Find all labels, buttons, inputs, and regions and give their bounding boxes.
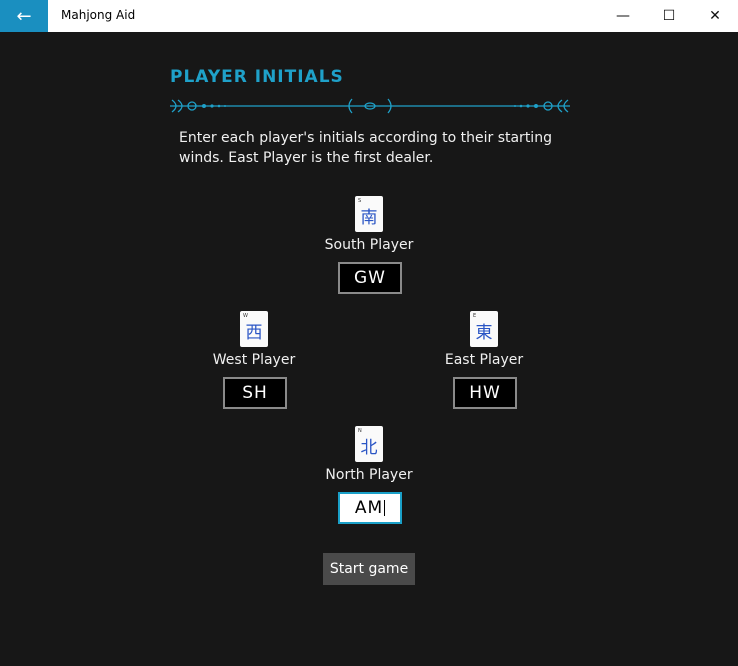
south-player-label: South Player: [324, 237, 414, 253]
page-title: PLAYER INITIALS: [170, 67, 344, 87]
maximize-icon: ☐: [662, 8, 676, 24]
north-player-label: North Player: [325, 467, 413, 483]
maximize-button[interactable]: ☐: [646, 0, 692, 32]
west-wind-icon: 西: [245, 323, 263, 343]
text-caret: [384, 500, 386, 516]
west-initials-input[interactable]: SH: [223, 377, 287, 409]
back-arrow-icon: ←: [16, 5, 32, 27]
south-wind-tile: S 南: [355, 196, 383, 232]
east-wind-tile: E 東: [470, 311, 498, 347]
north-wind-icon: 北: [360, 438, 378, 458]
window-title: Mahjong Aid: [61, 8, 136, 22]
east-player-label: East Player: [444, 352, 524, 368]
west-player-label: West Player: [212, 352, 296, 368]
east-initials-value: HW: [469, 383, 501, 403]
east-wind-icon: 東: [475, 323, 493, 343]
south-initials-input[interactable]: GW: [338, 262, 402, 294]
start-game-button[interactable]: Start game: [323, 553, 415, 585]
south-wind-icon: 南: [360, 208, 378, 228]
back-button[interactable]: ←: [0, 0, 48, 32]
north-wind-tile: N 北: [355, 426, 383, 462]
west-initials-value: SH: [242, 383, 268, 403]
ornament-divider-icon: [170, 98, 570, 114]
minimize-icon: —: [616, 8, 630, 24]
north-initials-input[interactable]: AM: [338, 492, 402, 524]
north-initials-value: AM: [354, 498, 384, 518]
close-icon: ✕: [709, 8, 721, 24]
south-initials-value: GW: [354, 268, 386, 288]
close-button[interactable]: ✕: [692, 0, 738, 32]
main-content: PLAYER INITIALS Enter each player's init…: [0, 32, 738, 666]
instructions-text: Enter each player's initials according t…: [179, 130, 552, 166]
title-bar: ← Mahjong Aid — ☐ ✕: [0, 0, 738, 32]
minimize-button[interactable]: —: [600, 0, 646, 32]
start-game-label: Start game: [329, 561, 409, 577]
west-wind-tile: W 西: [240, 311, 268, 347]
east-initials-input[interactable]: HW: [453, 377, 517, 409]
